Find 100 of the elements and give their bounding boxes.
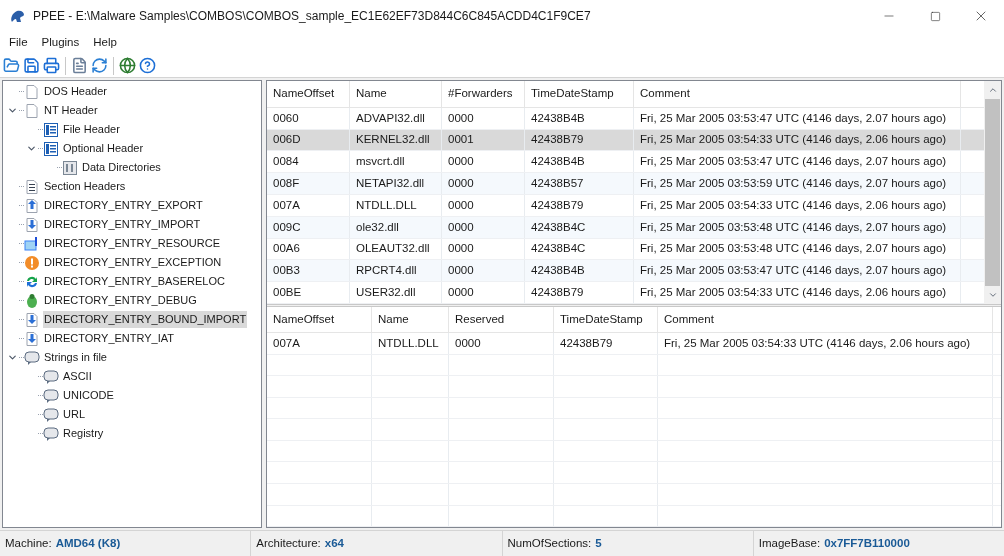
tree-item[interactable]: DIRECTORY_ENTRY_EXPORT (43, 197, 204, 214)
speech-bubble-icon (24, 349, 40, 366)
tree-item[interactable]: File Header (62, 121, 121, 138)
table-row[interactable]: 007A NTDLL.DLL 0000 42438B79 Fri, 25 Mar 2005 03:54:33 UTC (4146 days, 2.06 hours ago) (267, 333, 1001, 355)
status-label: Machine: (5, 535, 52, 551)
collapse-icon[interactable] (6, 352, 18, 363)
status-label: ImageBase: (758, 535, 821, 551)
up-arrow-page-icon (24, 197, 40, 214)
scrollbar[interactable] (984, 81, 1001, 304)
tree-item[interactable]: DIRECTORY_ENTRY_BASERELOC (43, 273, 226, 290)
tree-item[interactable]: NT Header (43, 102, 99, 119)
open-folder-icon[interactable] (3, 57, 20, 74)
column-header[interactable]: NameOffset (267, 81, 350, 107)
table-cell: 008F (267, 173, 350, 194)
table-cell: 006D (267, 129, 350, 151)
tree-item[interactable]: URL (62, 406, 86, 423)
grid-icon (62, 159, 78, 176)
table-cell: 42438B57 (525, 173, 634, 194)
window-title: PPEE - E:\Malware Samples\COMBOS\COMBOS_sample_EC1E62EF73D844C6C845ACDD4C1F9CE7 (33, 8, 591, 25)
table-cell: NTDLL.DLL (372, 333, 449, 354)
table-row[interactable]: 006D KERNEL32.dll 0001 42438B79 Fri, 25 Mar 2005 03:54:33 UTC (4146 days, 2.06 hours ago) (267, 129, 984, 152)
table-cell: msvcrt.dll (350, 151, 442, 173)
column-header[interactable]: Reserved (449, 307, 554, 333)
table-cell: ole32.dll (350, 216, 442, 238)
table-cell: 42438B79 (525, 194, 634, 216)
table-cell: Fri, 25 Mar 2005 03:53:59 UTC (4146 days, 2.07 hours ago) (634, 173, 961, 194)
table-cell: 0000 (442, 173, 525, 194)
tree-item[interactable]: DIRECTORY_ENTRY_BOUND_IMPORT (43, 311, 248, 328)
speech-bubble-icon (43, 425, 59, 442)
tree-item[interactable]: Optional Header (62, 140, 145, 157)
tree-item[interactable]: Strings in file (43, 349, 108, 366)
app-icon (9, 8, 25, 24)
table-cell: ADVAPI32.dll (350, 107, 442, 129)
table-cell: NETAPI32.dll (350, 173, 442, 194)
column-header[interactable]: #Forwarders (442, 81, 525, 107)
table-cell: Fri, 25 Mar 2005 03:54:33 UTC (4146 days, 2.06 hours ago) (634, 282, 961, 303)
speech-bubble-icon (43, 368, 59, 385)
table-cell: 42438B4B (525, 260, 634, 282)
column-header[interactable]: TimeDateStamp (554, 307, 658, 333)
table-row[interactable]: 0060 ADVAPI32.dll 0000 42438B4B Fri, 25 Mar 2005 03:53:47 UTC (4146 days, 2.07 hours ago) (267, 107, 984, 130)
save-icon[interactable] (23, 57, 40, 74)
table-cell: OLEAUT32.dll (350, 238, 442, 260)
menu-item[interactable]: Plugins (34, 34, 87, 52)
column-header[interactable]: Comment (658, 307, 993, 333)
table-cell: 0000 (442, 282, 525, 303)
collapse-icon[interactable] (25, 143, 37, 154)
tree-item[interactable]: DIRECTORY_ENTRY_IAT (43, 330, 175, 347)
table-row[interactable]: 009C ole32.dll 0000 42438B4C Fri, 25 Mar 2005 03:53:48 UTC (4146 days, 2.07 hours ago) (267, 216, 984, 239)
tree-item[interactable]: Registry (62, 425, 105, 442)
tree-item[interactable]: DIRECTORY_ENTRY_DEBUG (43, 292, 198, 309)
table-cell: Fri, 25 Mar 2005 03:53:47 UTC (4146 days, 2.07 hours ago) (634, 107, 961, 129)
tree-item[interactable]: DIRECTORY_ENTRY_RESOURCE (43, 235, 222, 252)
table-row[interactable]: 00B3 RPCRT4.dll 0000 42438B4B Fri, 25 Mar 2005 03:53:47 UTC (4146 days, 2.07 hours ago) (267, 260, 984, 283)
table-cell: 42438B4B (525, 107, 634, 129)
list-icon (24, 178, 40, 195)
column-header[interactable]: Comment (634, 81, 961, 107)
tree-item[interactable]: Data Directories (81, 159, 162, 176)
table-cell: 007A (267, 194, 350, 216)
table-cell: KERNEL32.dll (350, 129, 442, 151)
tree-item[interactable]: ASCII (62, 368, 93, 385)
document-icon[interactable] (71, 57, 88, 74)
tree-item[interactable]: DIRECTORY_ENTRY_EXCEPTION (43, 254, 223, 271)
table-row[interactable]: 00BE USER32.dll 0000 42438B79 Fri, 25 Mar 2005 03:54:33 UTC (4146 days, 2.06 hours ago) (267, 282, 984, 304)
status-label: NumOfSections: (507, 535, 592, 551)
table-row[interactable]: 00A6 OLEAUT32.dll 0000 42438B4C Fri, 25 Mar 2005 03:53:48 UTC (4146 days, 2.07 hours ago) (267, 238, 984, 261)
tree-item[interactable]: DIRECTORY_ENTRY_IMPORT (43, 216, 202, 233)
scroll-up-icon[interactable] (987, 85, 998, 95)
printer-icon[interactable] (43, 57, 60, 74)
table-row[interactable]: 008F NETAPI32.dll 0000 42438B57 Fri, 25 Mar 2005 03:53:59 UTC (4146 days, 2.07 hours ago) (267, 173, 984, 195)
column-header[interactable]: NameOffset (267, 307, 372, 333)
warning-icon (24, 254, 40, 271)
table-row[interactable]: 007A NTDLL.DLL 0000 42438B79 Fri, 25 Mar 2005 03:54:33 UTC (4146 days, 2.06 hours ago) (267, 194, 984, 217)
table-cell: 0001 (442, 129, 525, 151)
collapse-icon[interactable] (6, 105, 18, 116)
table-cell: 0000 (442, 107, 525, 129)
table-cell: Fri, 25 Mar 2005 03:53:48 UTC (4146 days, 2.07 hours ago) (634, 216, 961, 238)
table-cell: 42438B4B (525, 151, 634, 173)
speech-bubble-icon (43, 406, 59, 423)
scroll-down-icon[interactable] (987, 290, 998, 300)
column-header[interactable]: TimeDateStamp (525, 81, 634, 107)
globe-icon[interactable] (119, 57, 136, 74)
menu-item[interactable]: Help (86, 34, 124, 52)
tree-item[interactable]: UNICODE (62, 387, 115, 404)
menu-item[interactable]: File (2, 34, 35, 52)
table-cell: 00A6 (267, 238, 350, 260)
table-cell: 0000 (442, 151, 525, 173)
column-header[interactable]: Name (350, 81, 442, 107)
tree-item[interactable]: DOS Header (43, 83, 108, 100)
status-value: AMD64 (K8) (55, 535, 121, 551)
table-cell: 0084 (267, 151, 350, 173)
refresh-icon[interactable] (91, 57, 108, 74)
help-icon[interactable] (139, 57, 156, 74)
scroll-thumb[interactable] (985, 99, 1000, 286)
column-header[interactable]: Name (372, 307, 449, 333)
table-icon (43, 121, 59, 138)
table-icon (43, 140, 59, 157)
page-icon (24, 102, 40, 119)
tree-item[interactable]: Section Headers (43, 178, 127, 195)
page-icon (24, 83, 40, 100)
table-row[interactable]: 0084 msvcrt.dll 0000 42438B4B Fri, 25 Mar 2005 03:53:47 UTC (4146 days, 2.07 hours ago) (267, 151, 984, 174)
